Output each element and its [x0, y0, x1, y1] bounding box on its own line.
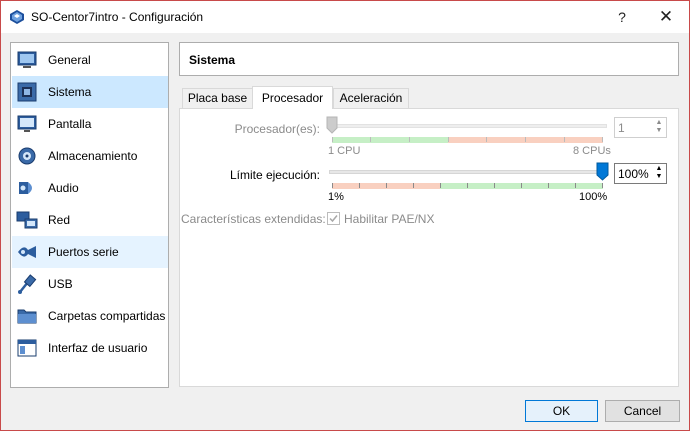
network-icon [16, 211, 38, 229]
spin-down-icon[interactable]: ▼ [653, 127, 665, 135]
sidebar-item-label: Sistema [48, 85, 92, 99]
processor-label: Procesador(es): [234, 122, 320, 136]
sidebar-item-usb[interactable]: USB [12, 268, 168, 300]
sidebar-item-pantalla[interactable]: Pantalla [12, 108, 168, 140]
spin-down-icon[interactable]: ▼ [653, 173, 665, 181]
processor-max-label: 8 CPUs [573, 145, 611, 157]
sidebar-item-sistema[interactable]: Sistema [12, 76, 168, 108]
audio-icon [19, 182, 32, 194]
section-title: Sistema [189, 53, 236, 67]
serial-ports-icon [18, 246, 36, 258]
ok-button[interactable]: OK [525, 400, 598, 422]
close-icon: ✕ [658, 7, 674, 26]
storage-icon [18, 147, 36, 165]
processor-value: 1 [618, 121, 625, 135]
exec-cap-slider-track[interactable] [329, 170, 607, 174]
system-icon [17, 82, 37, 102]
checkmark-icon [329, 215, 338, 223]
sidebar-item-label: Interfaz de usuario [48, 341, 148, 355]
tab-procesador[interactable]: Procesador [252, 86, 333, 109]
virtualbox-app-icon [10, 10, 24, 24]
exec-cap-ticks [332, 183, 603, 189]
title-bar: SO-Centor7intro - Configuración ? ✕ [1, 1, 689, 33]
sidebar-item-almacenamiento[interactable]: Almacenamiento [12, 140, 168, 172]
exec-cap-max-label: 100% [579, 191, 608, 203]
usb-icon [18, 274, 37, 294]
window-title: SO-Centor7intro - Configuración [31, 10, 204, 24]
tab-placa-base[interactable]: Placa base [182, 88, 253, 108]
exec-cap-spinbox[interactable]: 100% ▲ ▼ [614, 163, 667, 184]
display-icon [17, 115, 37, 132]
settings-dialog: SO-Centor7intro - Configuración ? ✕ Gene… [0, 0, 690, 431]
sidebar-item-label: Pantalla [48, 117, 92, 131]
sidebar-item-label: General [48, 53, 91, 67]
sidebar-item-label: USB [48, 277, 73, 291]
processor-ticks [332, 137, 603, 143]
sidebar-item-red[interactable]: Red [12, 204, 168, 236]
sidebar-item-label: Carpetas compartidas [48, 309, 166, 323]
user-interface-icon [17, 339, 37, 357]
sidebar-item-carpetas-compartidas[interactable]: Carpetas compartidas [12, 300, 168, 332]
settings-sidebar: General Sistema Pantalla Almacenamiento … [10, 42, 169, 388]
processor-spinbox[interactable]: 1 ▲ ▼ [614, 117, 667, 138]
sidebar-item-general[interactable]: General [12, 44, 168, 76]
general-icon [17, 51, 37, 68]
processor-min-label: 1 CPU [328, 145, 361, 157]
sidebar-item-label: Red [48, 213, 71, 227]
sidebar-item-label: Puertos serie [48, 245, 119, 259]
spin-arrows: ▲ ▼ [653, 119, 665, 136]
sidebar-item-puertos-serie[interactable]: Puertos serie [12, 236, 168, 268]
exec-cap-min-label: 1% [328, 191, 344, 203]
extended-features-label: Características extendidas: [181, 212, 326, 226]
pae-nx-checkbox[interactable] [327, 212, 340, 225]
spin-up-icon[interactable]: ▲ [653, 165, 665, 173]
shared-folders-icon [17, 309, 37, 324]
processor-slider-handle[interactable] [326, 116, 338, 134]
spin-up-icon[interactable]: ▲ [653, 119, 665, 127]
sidebar-item-interfaz-de-usuario[interactable]: Interfaz de usuario [12, 332, 168, 364]
exec-cap-slider-handle[interactable] [596, 162, 609, 181]
sidebar-item-label: Audio [48, 181, 79, 195]
section-header: Sistema [179, 42, 679, 76]
exec-cap-value: 100% [618, 167, 649, 181]
pae-nx-label: Habilitar PAE/NX [344, 212, 435, 226]
exec-cap-label: Límite ejecución: [229, 168, 320, 182]
sidebar-item-label: Almacenamiento [48, 149, 138, 163]
close-button[interactable]: ✕ [644, 1, 688, 33]
sidebar-item-audio[interactable]: Audio [12, 172, 168, 204]
help-button[interactable]: ? [600, 1, 644, 33]
cancel-button[interactable]: Cancel [605, 400, 680, 422]
processor-slider-track[interactable] [329, 124, 607, 128]
tab-aceleracion[interactable]: Aceleración [333, 88, 409, 108]
spin-arrows: ▲ ▼ [653, 165, 665, 182]
